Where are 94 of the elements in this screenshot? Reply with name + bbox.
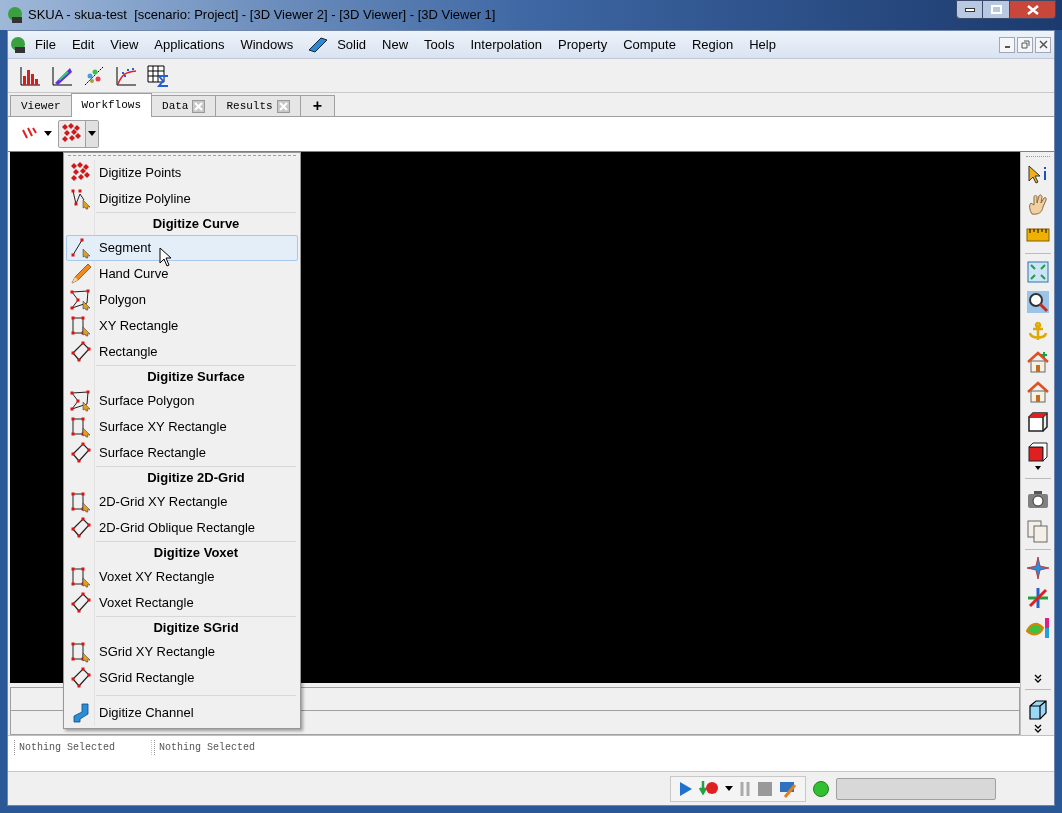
step-record-icon[interactable] <box>699 779 719 798</box>
xy-rectangle-icon <box>70 416 92 438</box>
maximize-icon <box>990 5 1002 14</box>
xy-rectangle-icon <box>70 491 92 513</box>
menu-item[interactable]: Voxet XY Rectangle <box>66 564 298 590</box>
menu-item[interactable]: SGrid Rectangle <box>66 665 298 691</box>
caret-icon <box>88 131 96 137</box>
tab[interactable]: Data <box>151 95 217 116</box>
maximize-button[interactable] <box>983 0 1010 19</box>
status-light-icon <box>812 779 830 798</box>
play-icon[interactable] <box>679 780 693 797</box>
points-icon <box>61 123 83 145</box>
app-logo-icon <box>9 35 27 54</box>
menu-bar-item[interactable]: Windows <box>232 34 302 55</box>
color-surface-icon[interactable] <box>1025 616 1050 640</box>
menu-bar-item[interactable]: New <box>374 34 417 55</box>
window-title: SKUA - skua-test [scenario: Project] - [3D Viewer 2] - [3D Viewer] - [3D Viewer 1] <box>28 6 496 25</box>
cross-axes-icon[interactable] <box>1025 586 1050 610</box>
menu-item[interactable]: XY Rectangle <box>66 313 298 339</box>
caret-icon[interactable] <box>725 785 733 792</box>
tab-close-icon[interactable] <box>276 99 290 113</box>
tab[interactable]: Viewer <box>10 95 72 116</box>
pencil-icon <box>70 263 92 285</box>
app-logo-icon <box>6 6 24 24</box>
menu-section-header: Digitize Curve <box>151 215 241 233</box>
menu-bar-item[interactable]: Applications <box>146 34 233 55</box>
wireframe-cube-icon[interactable] <box>1025 410 1050 434</box>
points-icon <box>70 162 92 184</box>
xy-rectangle-icon <box>70 641 92 663</box>
menu-bar-item[interactable]: Help <box>741 34 784 55</box>
tab-close-icon[interactable] <box>192 99 206 113</box>
menu-item[interactable]: Segment <box>66 235 298 261</box>
menu-item[interactable]: 2D-Grid Oblique Rectangle <box>66 515 298 541</box>
menu-item[interactable]: Polygon <box>66 287 298 313</box>
menu-bar-item[interactable]: Solid <box>329 34 375 55</box>
compass-icon[interactable] <box>1025 556 1050 580</box>
minimize-icon <box>964 7 975 12</box>
menu-item[interactable]: SGrid XY Rectangle <box>66 639 298 665</box>
restore-icon <box>1020 40 1030 49</box>
menu-bar-item[interactable]: Edit <box>63 34 103 55</box>
polygon-icon <box>70 390 92 412</box>
mouse-cursor-icon <box>159 247 173 267</box>
menu-item[interactable]: Digitize Points <box>66 160 298 186</box>
menu-bar-item[interactable]: Property <box>550 34 616 55</box>
stop-icon[interactable] <box>757 780 773 797</box>
menu-bar-item[interactable]: File <box>27 34 64 55</box>
digitize-points-button[interactable] <box>58 120 99 148</box>
menu-bar-item[interactable]: Region <box>683 34 742 55</box>
solid-shape-icon <box>307 35 330 54</box>
menu-item[interactable]: Digitize Channel <box>66 700 298 726</box>
search-icon[interactable] <box>1025 290 1050 314</box>
menu-item[interactable]: Surface XY Rectangle <box>66 414 298 440</box>
menu-item[interactable]: 2D-Grid XY Rectangle <box>66 489 298 515</box>
menu-item[interactable]: Surface Rectangle <box>66 440 298 466</box>
table-sum-icon[interactable] <box>146 63 170 88</box>
tab[interactable]: Results <box>215 95 301 116</box>
tab[interactable]: + <box>299 95 335 116</box>
polyline-icon <box>70 188 92 210</box>
xy-rectangle-icon <box>70 315 92 337</box>
status-text: Nothing Selected <box>154 740 255 755</box>
caret-icon[interactable] <box>44 131 52 137</box>
menu-item[interactable]: Surface Polygon <box>66 388 298 414</box>
menu-section-header: Digitize SGrid <box>152 619 240 637</box>
tab[interactable]: Workflows <box>70 93 153 117</box>
menu-item[interactable]: Digitize Polyline <box>66 186 298 212</box>
chevron-down-icon[interactable] <box>1033 724 1042 733</box>
menu-section-header: Digitize Voxet <box>152 544 240 562</box>
menu-section-header: Digitize Surface <box>146 368 246 386</box>
close-button[interactable] <box>1010 0 1056 19</box>
caret-icon[interactable] <box>1034 466 1041 470</box>
polygon-icon <box>70 289 92 311</box>
mdi-close-button[interactable] <box>1035 36 1051 53</box>
chevron-down-icon[interactable] <box>1033 674 1042 683</box>
zoom-fit-icon[interactable] <box>1025 260 1050 284</box>
segment-icon <box>70 237 92 259</box>
xy-rectangle-icon <box>70 566 92 588</box>
edit-script-icon[interactable] <box>779 779 797 798</box>
home-plus-icon[interactable] <box>1025 350 1050 374</box>
menu-bar-item[interactable]: Tools <box>416 34 463 55</box>
menu-bar-item[interactable]: Interpolation <box>462 34 551 55</box>
status-text: Nothing Selected <box>14 740 152 755</box>
solid-cube-icon[interactable] <box>1025 440 1050 464</box>
mdi-minimize-button[interactable] <box>999 36 1015 53</box>
menu-bar-item[interactable]: View <box>102 34 147 55</box>
close-icon <box>1026 4 1039 15</box>
menu-section-header: Digitize 2D-Grid <box>146 469 246 487</box>
minimize-button[interactable] <box>956 0 983 19</box>
home-icon[interactable] <box>1025 380 1050 404</box>
menu-item[interactable]: Voxet Rectangle <box>66 590 298 616</box>
menu-item[interactable]: Rectangle <box>66 339 298 365</box>
menu-bar-item[interactable]: Compute <box>615 34 684 55</box>
menu-item[interactable]: Hand Curve <box>66 261 298 287</box>
channel-icon <box>70 702 92 724</box>
close-icon <box>1038 40 1048 49</box>
